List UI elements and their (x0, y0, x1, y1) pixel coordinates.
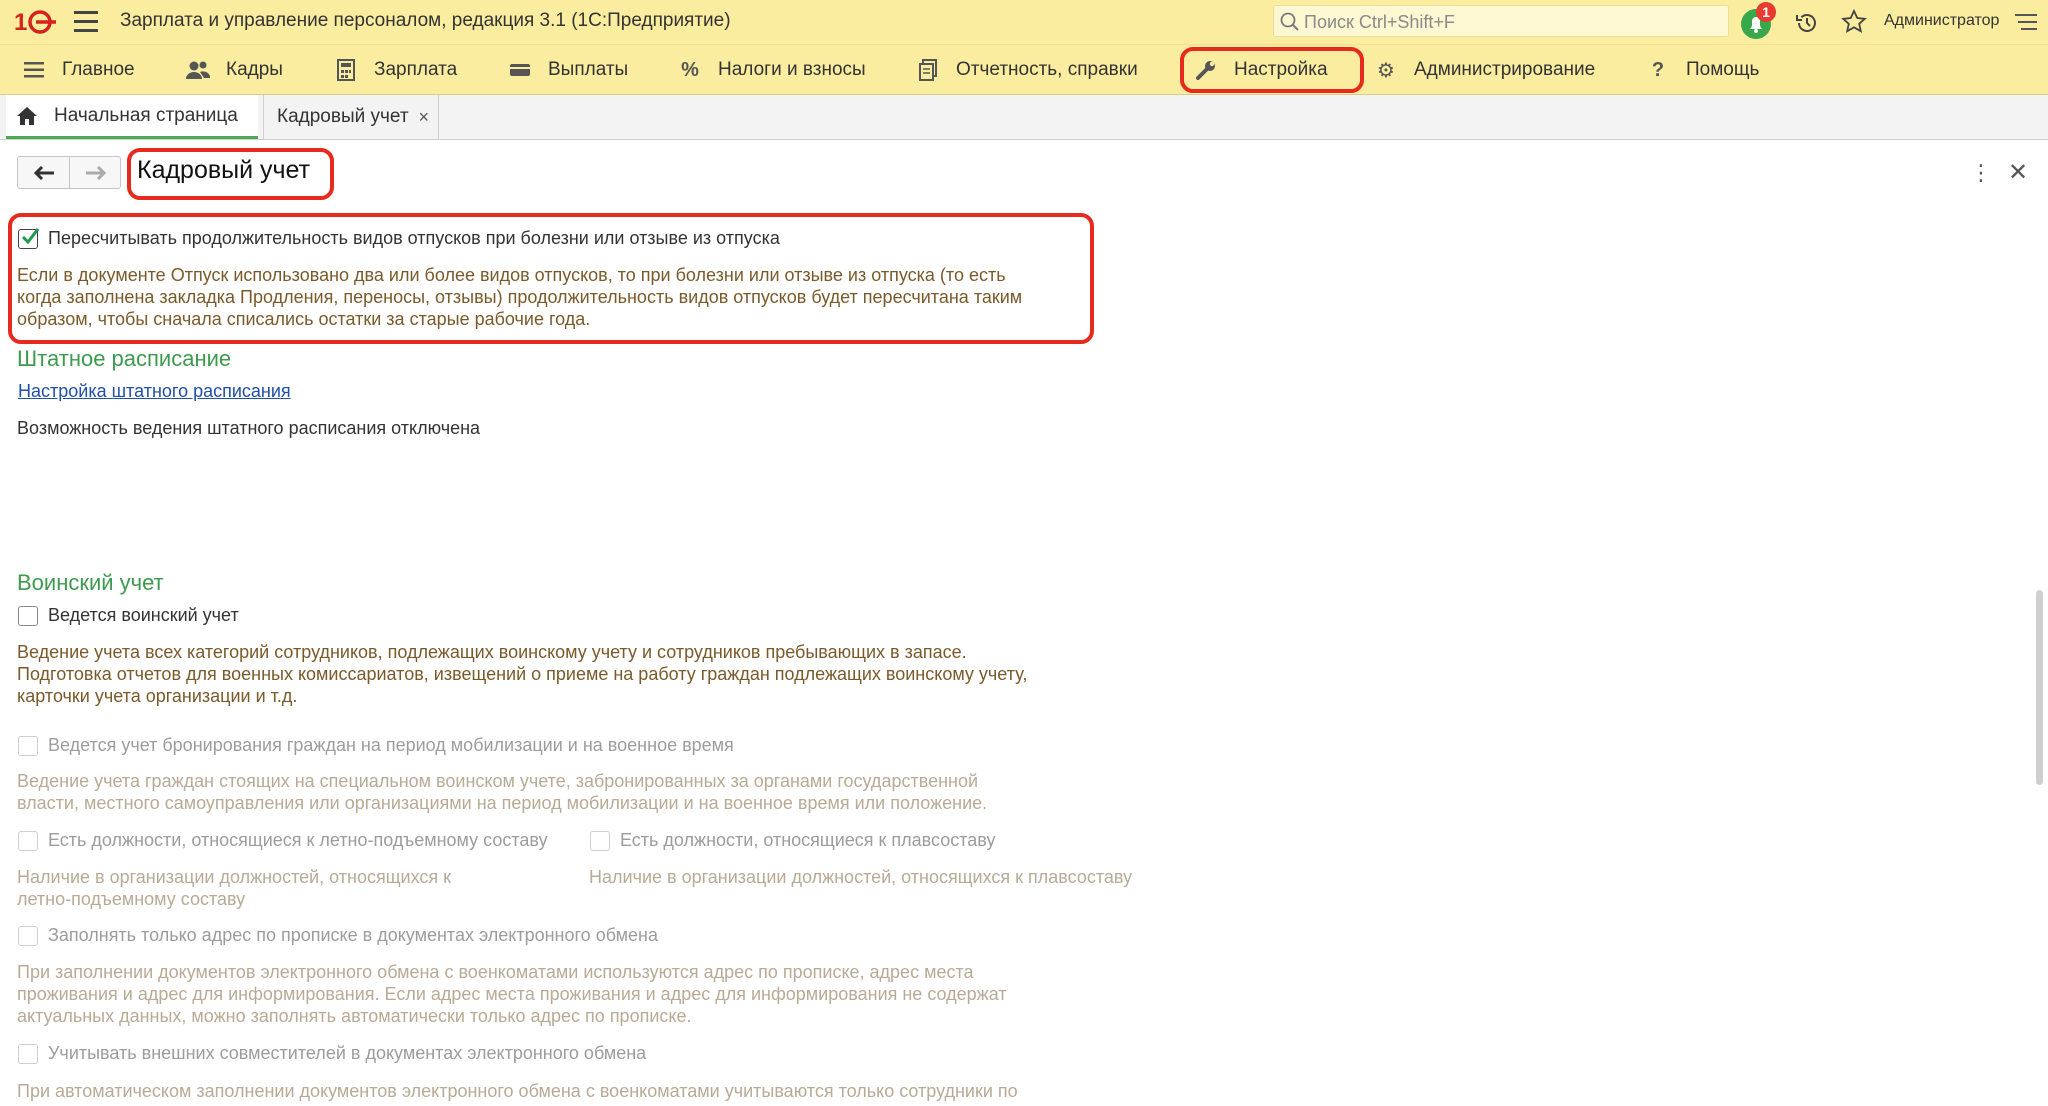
reservation-checkbox[interactable] (18, 735, 38, 756)
external-part-time-label: Учитывать внешних совместителей в докуме… (48, 1043, 647, 1063)
question-icon: ? (1651, 58, 1665, 81)
menu-item-reports[interactable]: Отчетность, справки (914, 45, 1138, 95)
arrow-left-icon (33, 165, 54, 180)
tab-hr-records[interactable]: Кадровый учет × (263, 95, 439, 139)
sections-menu-bar: Главное Кадры Зарплата Выплаты % Налоги … (0, 44, 2048, 95)
menu-item-main[interactable]: Главное (20, 45, 135, 95)
address-only-checkbox-row[interactable]: Заполнять только адрес по прописке в док… (18, 925, 658, 946)
address-only-description: При заполнении документов электронного о… (17, 961, 1007, 1027)
more-actions-icon[interactable]: ⋮ (1970, 160, 1992, 186)
description-line: Ведение учета граждан стоящих на специал… (17, 771, 979, 791)
military-records-description: Ведение учета всех категорий сотрудников… (17, 641, 1027, 707)
sea-crew-label: Есть должности, относящиеся к плавсостав… (620, 830, 996, 850)
flight-crew-checkbox[interactable] (18, 830, 38, 851)
notification-badge: 1 (1756, 2, 1776, 22)
military-records-label: Ведется воинский учет (48, 605, 239, 625)
gear-icon: ⚙ (1377, 59, 1395, 82)
description-line: Подготовка отчетов для военных комиссари… (17, 664, 1028, 684)
military-records-checkbox[interactable] (18, 605, 38, 626)
address-only-label: Заполнять только адрес по прописке в док… (48, 925, 658, 945)
reservation-description: Ведение учета граждан стоящих на специал… (17, 770, 987, 814)
staffing-heading: Штатное расписание (17, 346, 232, 371)
external-part-time-description: При автоматическом заполнении документов… (17, 1081, 1018, 1101)
sea-crew-description: Наличие в организации должностей, относя… (589, 867, 1133, 887)
documents-icon (914, 59, 942, 81)
menu-item-salary[interactable]: Зарплата (332, 45, 457, 95)
tab-home[interactable]: Начальная страница (6, 95, 258, 139)
tab-hr-records-label: Кадровый учет (277, 106, 409, 127)
military-heading: Воинский учет (17, 570, 164, 595)
description-line: актуальных данных, можно заполнять автом… (17, 1006, 692, 1026)
wallet-icon (506, 62, 534, 78)
menu-item-label: Кадры (226, 59, 283, 80)
navigation-buttons (17, 156, 121, 189)
description-line: летно-подъемному составу (17, 889, 246, 909)
title-bar: 1 Зарплата и управление персоналом, реда… (0, 0, 2048, 44)
menu-item-taxes[interactable]: % Налоги и взносы (676, 45, 866, 95)
menu-item-label: Главное (62, 59, 135, 80)
menu-item-hr[interactable]: Кадры (184, 45, 283, 95)
menu-lines-icon (20, 61, 48, 79)
description-line: При заполнении документов электронного о… (17, 962, 974, 982)
menu-item-administration[interactable]: ⚙ Администрирование (1372, 45, 1595, 95)
staffing-status-text: Возможность ведения штатного расписания … (17, 418, 481, 438)
title-highlight-outline (127, 148, 334, 200)
people-icon (184, 60, 212, 80)
flight-crew-label: Есть должности, относящиеся к летно-подъ… (48, 830, 548, 850)
search-input[interactable] (1302, 9, 1726, 35)
flight-crew-description: Наличие в организации должностей, относя… (17, 866, 451, 910)
app-title: Зарплата и управление персоналом, редакц… (120, 10, 731, 31)
menu-item-label: Настройка (1234, 59, 1328, 80)
menu-item-help[interactable]: ? Помощь (1644, 45, 1760, 95)
search-icon (1280, 12, 1299, 31)
history-icon[interactable] (1794, 10, 1820, 36)
sea-crew-checkbox[interactable] (590, 830, 610, 851)
menu-item-payments[interactable]: Выплаты (506, 45, 628, 95)
scrollbar-thumb[interactable] (2036, 590, 2043, 785)
menu-item-label: Помощь (1686, 59, 1760, 80)
calculator-icon (332, 59, 360, 81)
reservation-checkbox-row[interactable]: Ведется учет бронирования граждан на пер… (18, 735, 734, 756)
arrow-right-icon (85, 165, 106, 180)
recalc-highlight-outline (8, 213, 1094, 344)
favorites-star-icon[interactable] (1841, 9, 1867, 35)
open-tabs-bar: Начальная страница Кадровый учет × (0, 95, 2048, 140)
external-part-time-checkbox[interactable] (18, 1043, 38, 1064)
description-line: Наличие в организации должностей, относя… (17, 867, 452, 887)
search-box[interactable] (1273, 5, 1729, 37)
percent-icon: % (681, 58, 699, 81)
svg-text:1: 1 (14, 9, 27, 36)
close-tab-icon[interactable]: × (419, 107, 430, 128)
menu-item-label: Зарплата (374, 59, 458, 80)
menu-item-label: Выплаты (548, 59, 629, 80)
sea-crew-checkbox-row[interactable]: Есть должности, относящиеся к плавсостав… (590, 830, 995, 851)
menu-item-label: Отчетность, справки (956, 59, 1138, 80)
staffing-settings-link[interactable]: Настройка штатного расписания (18, 381, 291, 402)
description-line: карточки учета организации и т.д. (17, 686, 298, 706)
address-only-checkbox[interactable] (18, 925, 38, 946)
user-name[interactable]: Администратор (1884, 12, 1999, 30)
description-line: Ведение учета всех категорий сотрудников… (17, 642, 967, 662)
main-menu-icon[interactable] (74, 11, 98, 33)
description-line: власти, местного самоуправления или орга… (17, 793, 988, 813)
reservation-label: Ведется учет бронирования граждан на пер… (48, 735, 734, 755)
menu-item-label: Администрирование (1414, 59, 1596, 80)
flight-crew-checkbox-row[interactable]: Есть должности, относящиеся к летно-подъ… (18, 830, 548, 851)
forward-button[interactable] (70, 157, 121, 188)
external-part-time-checkbox-row[interactable]: Учитывать внешних совместителей в докуме… (18, 1043, 646, 1064)
home-icon (17, 106, 37, 125)
wrench-icon (1192, 59, 1220, 81)
menu-item-label: Налоги и взносы (718, 59, 866, 80)
tab-home-label: Начальная страница (54, 104, 238, 126)
back-button[interactable] (18, 157, 70, 188)
description-line: проживания и адрес для информирования. Е… (17, 984, 1007, 1004)
menu-item-settings[interactable]: Настройка (1192, 45, 1328, 95)
settings-menu-icon[interactable] (2015, 12, 2037, 32)
military-records-checkbox-row[interactable]: Ведется воинский учет (18, 605, 239, 626)
close-form-icon[interactable]: ✕ (2008, 158, 2028, 187)
1c-logo-icon[interactable]: 1 (14, 6, 56, 38)
